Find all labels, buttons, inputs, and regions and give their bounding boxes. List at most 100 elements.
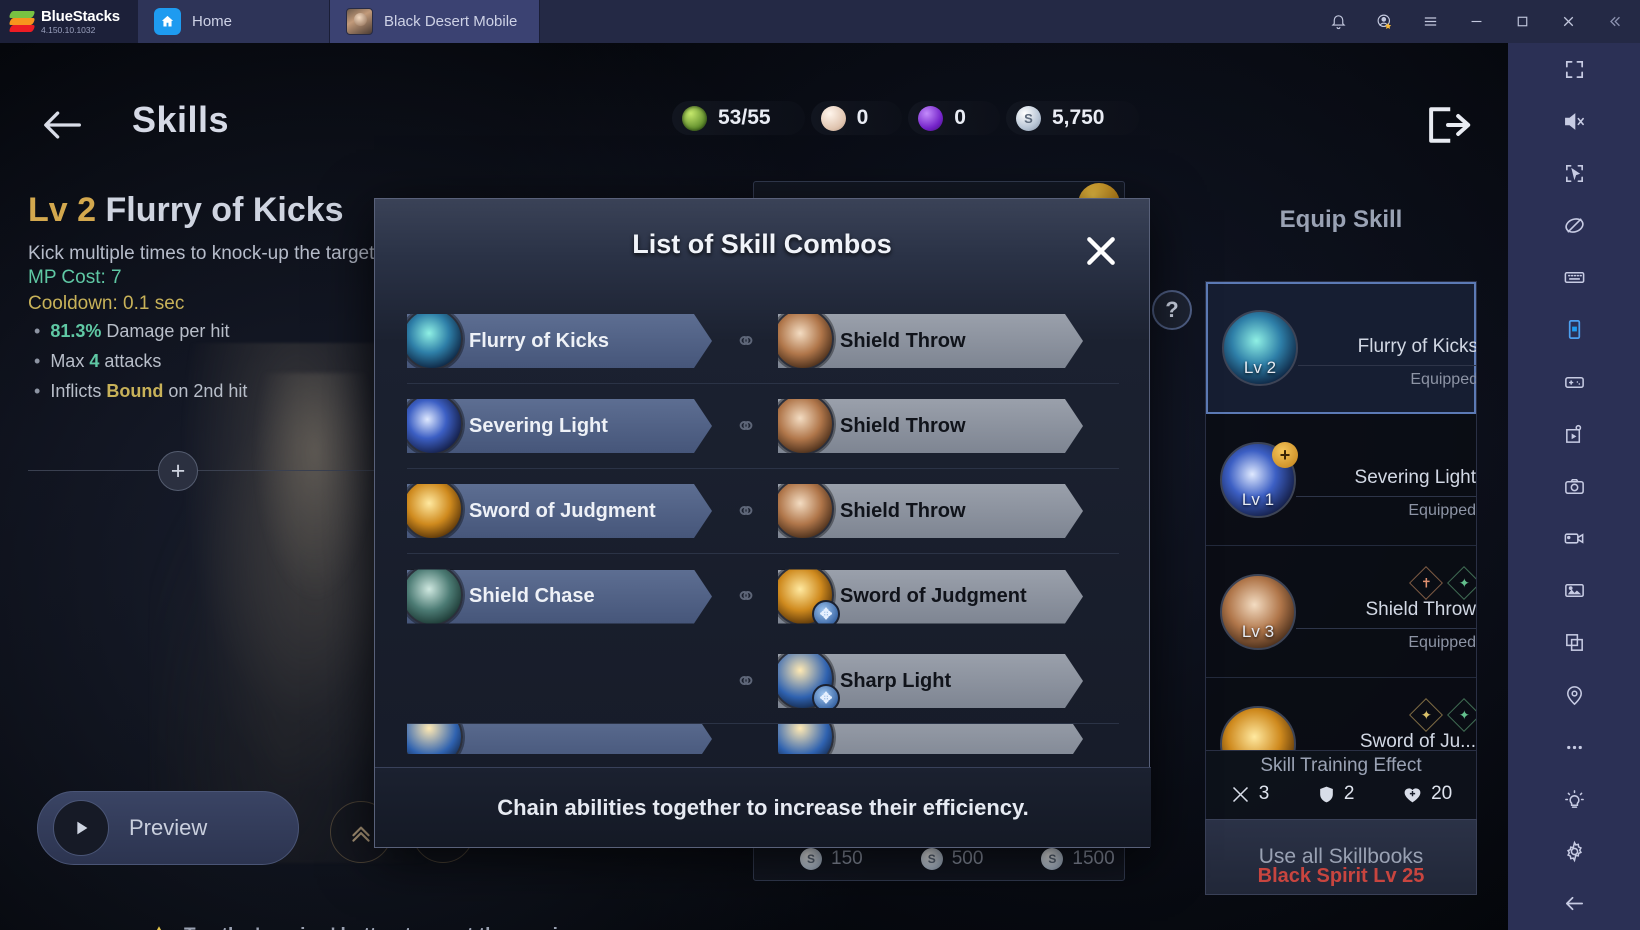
exit-icon[interactable] (1418, 95, 1478, 155)
combo-row-partial[interactable] (407, 724, 1119, 754)
divider (1296, 496, 1476, 497)
character-highlight (240, 373, 390, 633)
record-icon[interactable] (1508, 513, 1640, 565)
help-icon[interactable]: ? (1152, 290, 1192, 330)
minimize-icon[interactable] (1454, 0, 1498, 43)
combo-row[interactable]: ⚭ ✥ Sharp Light (407, 639, 1119, 724)
combo-target-chip[interactable]: Shield Throw (778, 399, 1083, 453)
tab-home[interactable]: Home (138, 0, 330, 43)
close-icon[interactable] (1546, 0, 1590, 43)
bullet-text: attacks (104, 351, 162, 371)
back-arrow-icon[interactable] (32, 95, 92, 155)
currency-energy: 53/55 (672, 101, 805, 135)
skill-icon (772, 724, 834, 754)
device-icon[interactable] (1508, 304, 1640, 356)
modal-footer: Chain abilities together to increase the… (375, 767, 1151, 847)
combo-sub-badge-icon: ✥ (812, 600, 840, 628)
skill-name: Sword of Ju... (1359, 731, 1476, 751)
black-stone-orb-icon (918, 105, 944, 131)
combo-source-chip[interactable]: Shield Chase (407, 570, 712, 624)
back-icon[interactable] (1508, 878, 1640, 930)
add-skill-node-icon[interactable]: + (158, 451, 198, 491)
maximize-icon[interactable] (1500, 0, 1544, 43)
preview-button-label: Preview (129, 815, 208, 840)
combo-row[interactable]: Flurry of Kicks ⚭ Shield Throw (407, 299, 1119, 384)
swords-icon (1232, 786, 1248, 802)
menu-icon[interactable] (1408, 0, 1452, 43)
skill-tree-line (28, 470, 158, 471)
training-stat-value: 3 (1258, 783, 1270, 804)
currency-bar: 53/55 0 0 5,750 (672, 101, 1145, 135)
bluestacks-version: 4.150.10.1032 (41, 24, 96, 35)
heart-icon (1404, 787, 1421, 802)
list-item[interactable]: Lv 1 + Severing Light Equipped (1206, 414, 1476, 546)
modal-footer-text: Chain abilities together to increase the… (497, 794, 1029, 820)
tab-home-label: Home (192, 13, 233, 30)
currency-silver-value: 5,750 (1051, 106, 1105, 129)
preview-button[interactable]: Preview (37, 791, 299, 865)
bell-icon[interactable] (1316, 0, 1360, 43)
equipped-skill-list[interactable]: Lv 2 Flurry of Kicks Equipped Lv 1 + Sev… (1205, 281, 1477, 751)
close-icon[interactable] (1079, 229, 1123, 273)
currency-energy-value: 53/55 (718, 106, 771, 129)
status-badge: Equipped (1408, 502, 1476, 519)
tab-black-desert-mobile[interactable]: Black Desert Mobile (330, 0, 541, 43)
keyboard-icon[interactable] (1508, 252, 1640, 304)
gold-rune-icon: ✦ (1409, 698, 1443, 732)
combo-target-chip[interactable] (778, 724, 1083, 754)
combo-source-name: Severing Light (469, 414, 608, 437)
collapse-icon[interactable] (1592, 0, 1636, 43)
combo-row[interactable]: Shield Chase ⚭ ✥ Sword of Judgment (407, 554, 1119, 639)
training-stat-value: 2 (1343, 783, 1355, 804)
fullscreen-icon[interactable] (1508, 43, 1640, 95)
combo-source-name: Flurry of Kicks (469, 329, 610, 352)
combo-target-name: Shield Throw (840, 499, 966, 522)
list-item[interactable]: Lv 4 ✦ ✦ Sword of Ju... Equipped (1206, 678, 1476, 751)
combo-target-chip[interactable]: Shield Throw (778, 484, 1083, 538)
tab-game-label: Black Desert Mobile (384, 13, 518, 30)
macro-icon[interactable] (1508, 408, 1640, 460)
combo-source-chip[interactable]: Sword of Judgment (407, 484, 712, 538)
combo-target-chip[interactable]: Shield Throw (778, 314, 1083, 368)
modal-title: List of Skill Combos (632, 229, 892, 259)
gamepad-icon[interactable] (1508, 356, 1640, 408)
skill-icon (401, 308, 463, 370)
list-item[interactable]: Lv 2 Flurry of Kicks Equipped (1206, 282, 1476, 414)
attack-rune-icon: ✝ (1409, 566, 1443, 600)
status-badge: Equipped (1408, 634, 1476, 651)
combo-target-chip[interactable]: ✥ Sword of Judgment (778, 570, 1083, 624)
mute-icon[interactable] (1508, 95, 1640, 147)
combo-source-chip[interactable]: Flurry of Kicks (407, 314, 712, 368)
more-icon[interactable] (1508, 721, 1640, 773)
status-badge: Equipped (1410, 370, 1477, 388)
combo-row[interactable]: Sword of Judgment ⚭ Shield Throw (407, 469, 1119, 554)
combo-source-chip[interactable] (407, 724, 712, 754)
settings-icon[interactable] (1508, 826, 1640, 878)
skill-name: Flurry of Kicks (1357, 335, 1477, 357)
brightness-icon[interactable] (1508, 773, 1640, 825)
skill-icon (401, 564, 463, 626)
bullet-prefix: Max (50, 351, 90, 371)
cursor-capture-icon[interactable] (1508, 147, 1640, 199)
multi-instance-icon[interactable] (1508, 617, 1640, 669)
equip-skill-title: Equip Skill (1279, 206, 1403, 233)
list-item[interactable]: Lv 3 ✝ ✦ Shield Throw Equipped (1206, 546, 1476, 678)
skill-combos-modal: List of Skill Combos Flurry of Kicks ⚭ S… (374, 198, 1151, 848)
skill-tree-line (198, 470, 378, 471)
game-viewport: Skills 53/55 0 0 5,750 (0, 43, 1508, 930)
plus-icon[interactable]: + (1272, 441, 1298, 468)
skill-badges: ✦ ✦ (1409, 698, 1476, 732)
gallery-icon[interactable] (1508, 565, 1640, 617)
location-icon[interactable] (1508, 669, 1640, 721)
bluestacks-sidebar (1508, 43, 1640, 930)
screenshot-icon[interactable] (1508, 460, 1640, 512)
skill-icon (772, 308, 834, 370)
account-star-icon[interactable] (1362, 0, 1406, 43)
skill-icon (401, 393, 463, 455)
combo-row[interactable]: Severing Light ⚭ Shield Throw (407, 384, 1119, 469)
skill-detail-cooldown: Cooldown: 0.1 sec (28, 293, 185, 314)
disable-icon[interactable] (1508, 200, 1640, 252)
combo-source-chip[interactable]: Severing Light (407, 399, 712, 453)
combo-target-chip[interactable]: ✥ Sharp Light (778, 654, 1083, 708)
combo-target-name: Shield Throw (840, 329, 966, 352)
